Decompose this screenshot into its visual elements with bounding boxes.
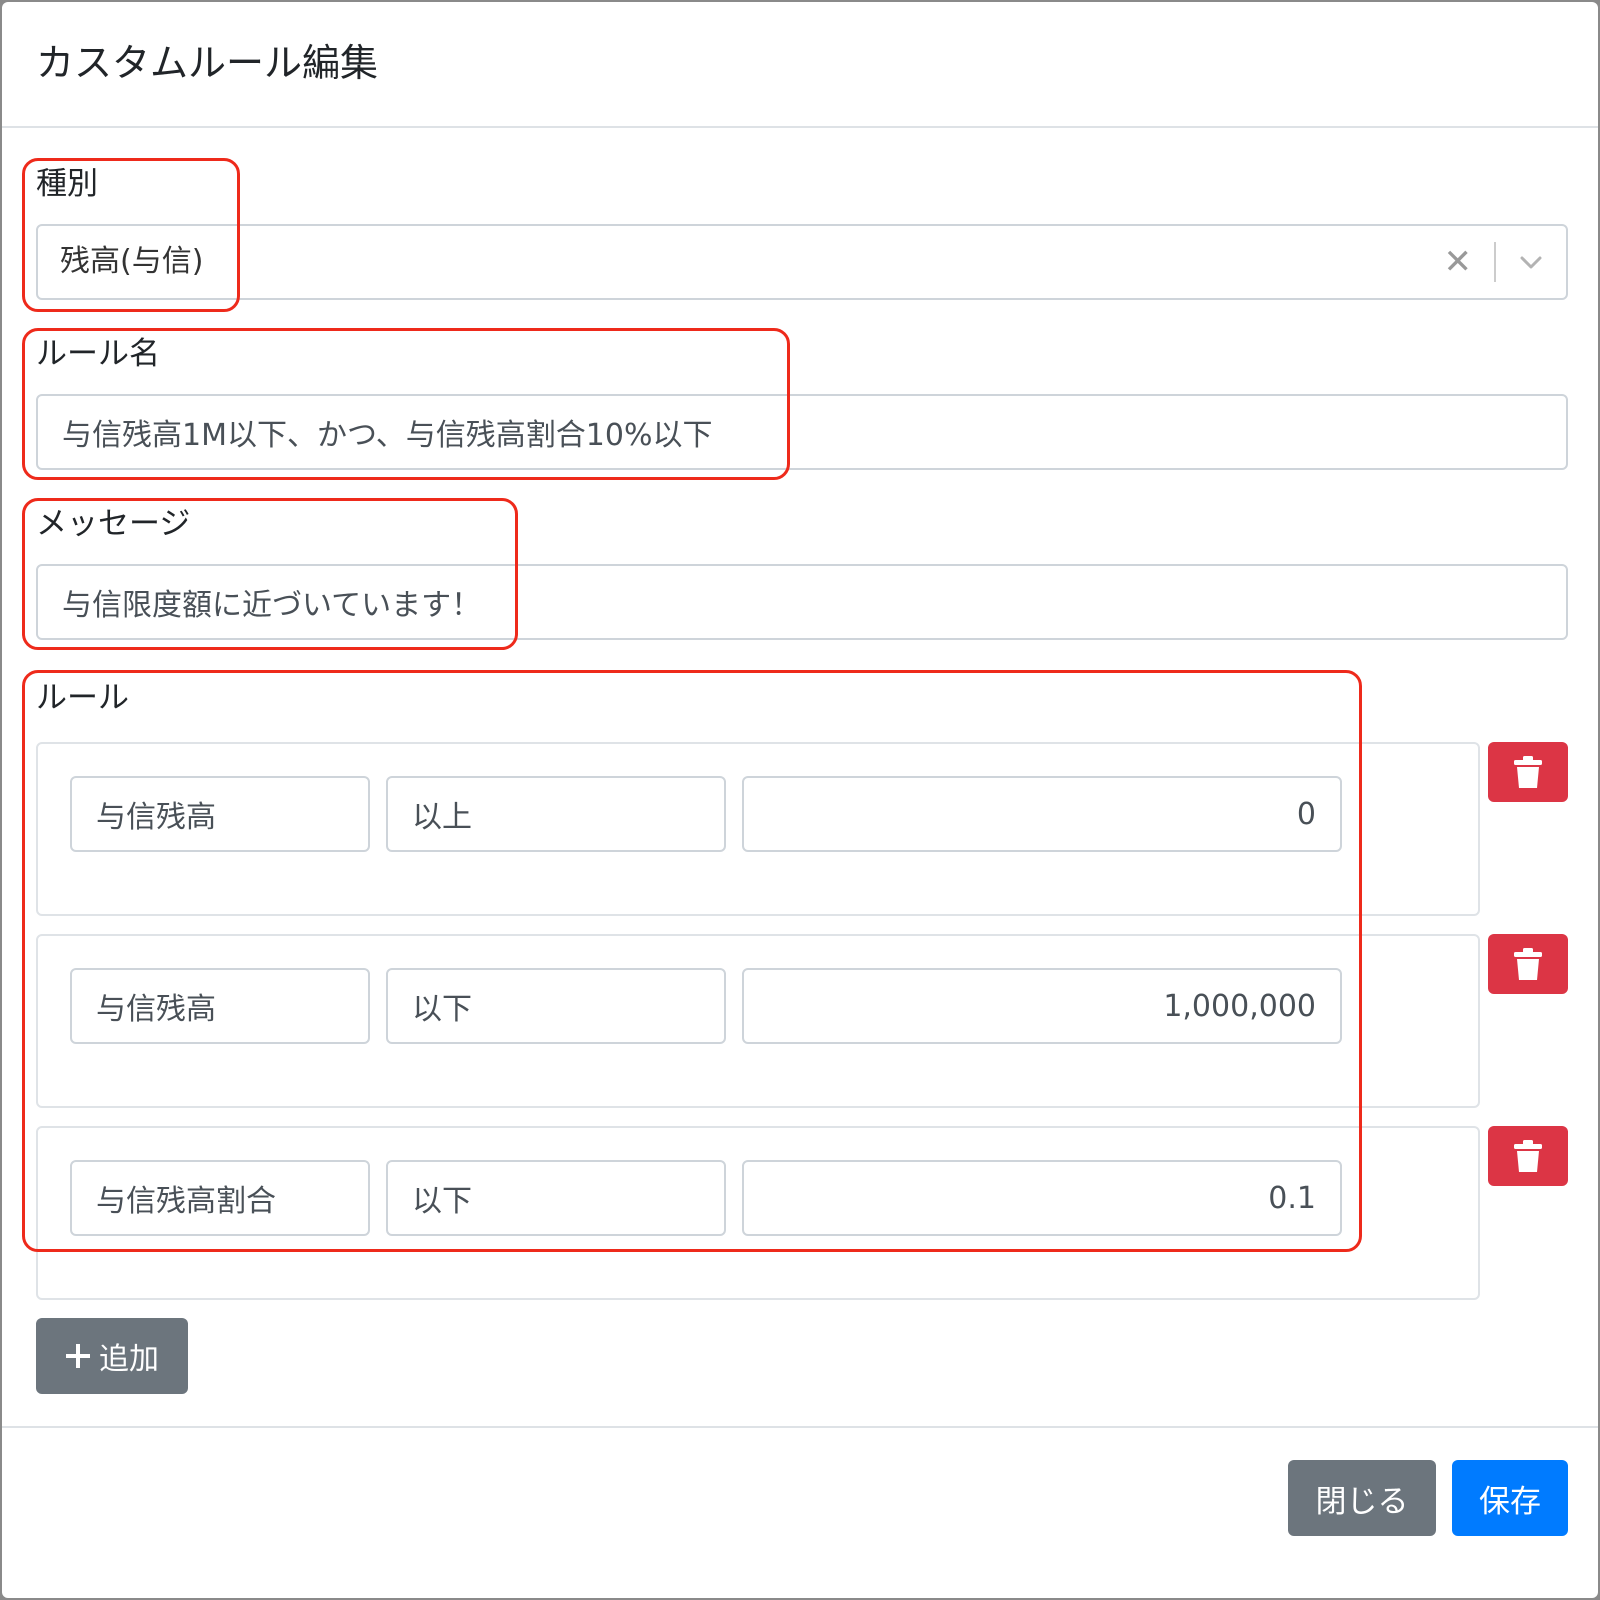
footer-divider [2, 1426, 1598, 1428]
rule-value-input[interactable]: 0 [742, 776, 1342, 852]
trash-icon [1514, 948, 1542, 980]
rule-row: 与信残高割合 以下 0.1 [36, 1126, 1480, 1300]
rule-row: 与信残高 以上 0 [36, 742, 1480, 916]
rule-metric-select[interactable]: 与信残高割合 [70, 1160, 370, 1236]
rule-operator-select[interactable]: 以下 [386, 1160, 726, 1236]
rule-name-label: ルール名 [36, 336, 160, 372]
trash-icon [1514, 756, 1542, 788]
save-button[interactable]: 保存 [1452, 1460, 1568, 1536]
rules-label: ルール [36, 680, 129, 716]
close-button[interactable]: 閉じる [1288, 1460, 1436, 1536]
message-input[interactable] [36, 564, 1568, 640]
custom-rule-dialog: カスタムルール編集 種別 残高(与信) ✕ ルール名 メッセージ ルール 与信残… [2, 2, 1598, 1598]
rule-metric-select[interactable]: 与信残高 [70, 968, 370, 1044]
dialog-header: カスタムルール編集 [2, 2, 1598, 128]
x-icon[interactable]: ✕ [1444, 240, 1473, 284]
trash-icon [1514, 1140, 1542, 1172]
select-separator [1494, 242, 1496, 282]
type-label: 種別 [36, 166, 98, 202]
delete-rule-button[interactable] [1488, 934, 1568, 994]
rule-value-input[interactable]: 0.1 [742, 1160, 1342, 1236]
type-select-value: 残高(与信) [60, 244, 204, 279]
message-label: メッセージ [36, 506, 191, 542]
rule-name-input[interactable] [36, 394, 1568, 470]
delete-rule-button[interactable] [1488, 742, 1568, 802]
dialog-title: カスタムルール編集 [36, 41, 379, 85]
chevron-down-icon[interactable] [1518, 250, 1544, 276]
add-rule-button[interactable]: 追加 [36, 1318, 188, 1394]
add-rule-label: 追加 [99, 1342, 159, 1377]
plus-icon [66, 1344, 90, 1368]
rule-value-input[interactable]: 1,000,000 [742, 968, 1342, 1044]
type-select[interactable]: 残高(与信) ✕ [36, 224, 1568, 300]
rule-metric-select[interactable]: 与信残高 [70, 776, 370, 852]
rule-row: 与信残高 以下 1,000,000 [36, 934, 1480, 1108]
rule-operator-select[interactable]: 以下 [386, 968, 726, 1044]
delete-rule-button[interactable] [1488, 1126, 1568, 1186]
rule-operator-select[interactable]: 以上 [386, 776, 726, 852]
